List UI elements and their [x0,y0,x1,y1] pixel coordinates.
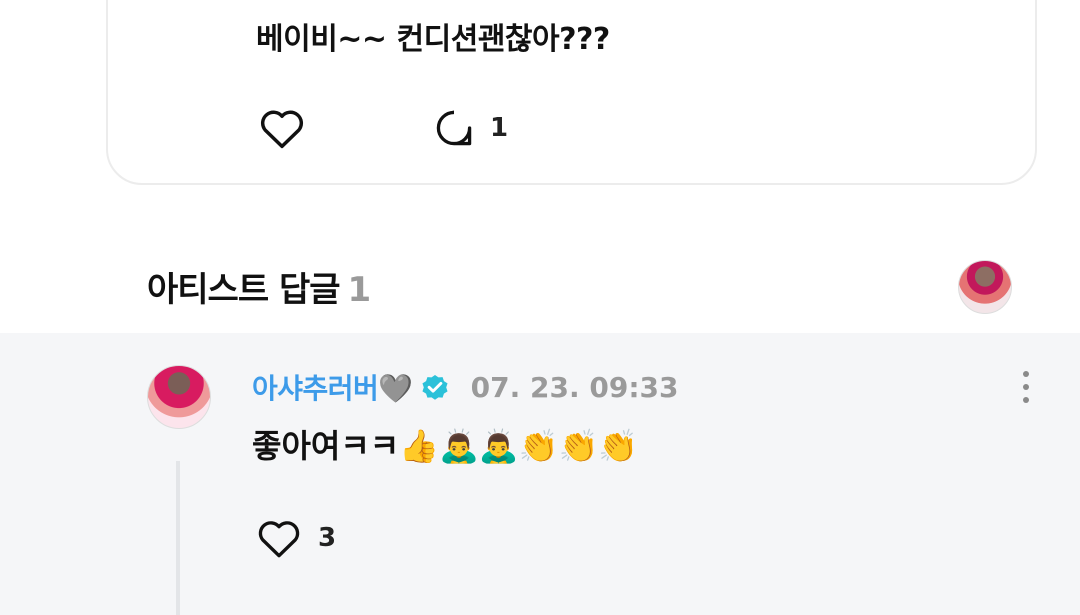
artist-reply: 아샤추러버🩶 07. 23. 09:33 좋아여ㅋㅋ👍🙇‍♂️🙇‍♂️👏👏👏 [0,333,1080,615]
artist-replies-title: 아티스트 답글 [147,270,341,310]
more-vertical-icon-dot [1023,384,1029,390]
reply-actions: 3 [254,513,336,563]
thread-line [176,461,180,615]
reply-text: 좋아여ㅋㅋ👍🙇‍♂️🙇‍♂️👏👏👏 [252,427,639,465]
heart-icon [260,110,304,149]
more-vertical-icon [1023,371,1029,377]
reply-like-button[interactable] [254,513,304,563]
post-text: 베이비~~ 컨디션괜찮아??? [256,22,610,57]
heart-icon [258,521,300,558]
post-card: 베이비~~ 컨디션괜찮아??? 1 [106,0,1037,185]
post-comment-button[interactable]: 1 [432,106,508,150]
artist-avatar[interactable] [958,260,1012,314]
comment-bubble-icon [436,110,472,146]
verified-badge-icon [419,371,451,403]
reply-timestamp: 07. 23. 09:33 [470,370,679,404]
more-vertical-icon-dot [1023,397,1029,403]
post-actions: 1 [256,102,508,154]
reply-author-avatar[interactable] [147,365,211,429]
reply-author-name[interactable]: 아샤추러버🩶 [252,367,413,407]
reply-like-count: 3 [318,523,337,553]
more-options-button[interactable] [1014,369,1038,405]
artist-replies-count: 1 [347,270,372,310]
post-comment-count: 1 [490,113,509,143]
artist-replies-heading: 아티스트 답글 1 [147,262,372,311]
page: 베이비~~ 컨디션괜찮아??? 1 아티스트 답글 1 아샤추러버🩶 07. 2… [0,0,1080,615]
post-like-button[interactable] [256,102,308,154]
reply-header: 아샤추러버🩶 07. 23. 09:33 [252,367,679,407]
